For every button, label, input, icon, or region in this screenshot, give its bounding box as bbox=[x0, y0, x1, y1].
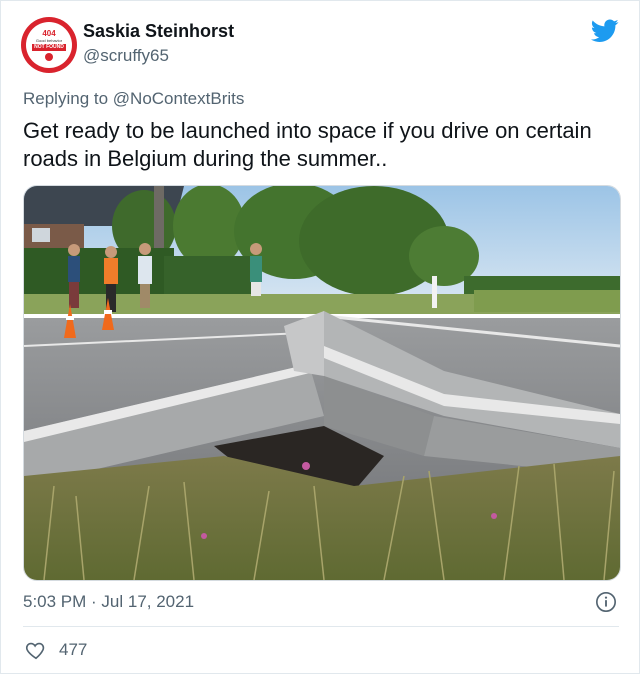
replying-to: Replying to @NoContextBrits bbox=[23, 89, 244, 109]
tweet-timestamp[interactable]: 5:03 PM · Jul 17, 2021 bbox=[23, 592, 194, 612]
tweet-photo[interactable] bbox=[23, 185, 621, 581]
info-icon[interactable] bbox=[595, 591, 617, 613]
avatar-subtitle: Good behavior bbox=[35, 37, 63, 43]
avatar-dot bbox=[45, 52, 53, 61]
heart-icon[interactable] bbox=[25, 639, 47, 661]
author-name[interactable]: Saskia Steinhorst bbox=[83, 21, 234, 42]
replying-prefix: Replying to bbox=[23, 89, 113, 108]
like-count: 477 bbox=[59, 640, 88, 659]
avatar-badge: 404 Good behavior NOT FOUND bbox=[26, 22, 72, 68]
twitter-bird-icon[interactable] bbox=[591, 19, 619, 43]
avatar-code: 404 bbox=[42, 28, 56, 38]
tweet-card: 404 Good behavior NOT FOUND Saskia Stein… bbox=[0, 0, 640, 674]
road-buckling-photo bbox=[24, 186, 620, 580]
divider bbox=[23, 626, 619, 627]
tweet-text: Get ready to be launched into space if y… bbox=[23, 118, 592, 171]
avatar-label: NOT FOUND bbox=[32, 43, 66, 51]
reply-mention-link[interactable]: @NoContextBrits bbox=[113, 89, 245, 108]
avatar[interactable]: 404 Good behavior NOT FOUND bbox=[21, 17, 77, 73]
author-handle[interactable]: @scruffy65 bbox=[83, 46, 169, 66]
